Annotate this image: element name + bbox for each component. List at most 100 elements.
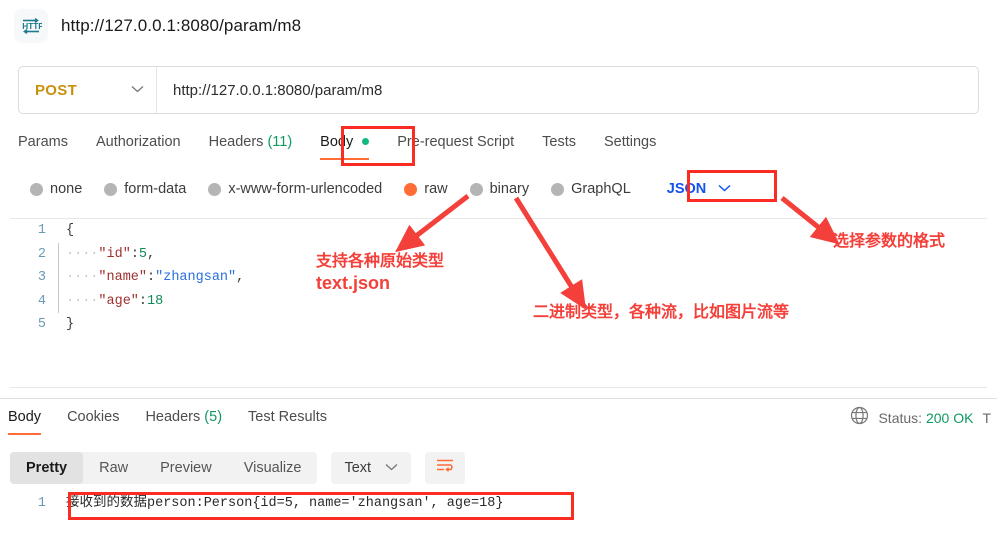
- annotation-format-note-text: 选择参数的格式: [833, 233, 946, 250]
- radio-form-data[interactable]: form-data: [104, 181, 186, 197]
- response-divider: [0, 398, 997, 399]
- json-key: "age": [98, 293, 139, 309]
- json-key: "id": [98, 246, 131, 262]
- radio-x-www-form-urlencoded-mark-icon: [208, 182, 222, 196]
- response-content-type-selector[interactable]: Text: [331, 452, 412, 484]
- raw-format-selector[interactable]: JSON: [659, 178, 740, 200]
- tab-settings-label: Settings: [603, 134, 657, 150]
- radio-graphql-label: GraphQL: [571, 181, 631, 197]
- annotation-format-note: 选择参数的格式: [833, 232, 945, 252]
- status-code: 200 OK: [925, 410, 974, 426]
- indent-guide: [58, 242, 59, 266]
- response-tab-body-label: Body: [8, 409, 42, 425]
- json-trailing: ,: [147, 246, 156, 262]
- indent-dots: ····: [66, 270, 99, 285]
- tab-pre-request-script[interactable]: Pre-request Script: [397, 128, 514, 160]
- code-text: }: [66, 317, 75, 332]
- radio-x-www-form-urlencoded-label: x-www-form-urlencoded: [228, 181, 383, 197]
- http-method-selector[interactable]: POST: [19, 67, 157, 113]
- response-content-type-label: Text: [344, 460, 372, 476]
- format-preview-button[interactable]: Preview: [144, 452, 228, 484]
- tab-pre-request-script-label: Pre-request Script: [397, 134, 515, 150]
- line-number: 4: [37, 293, 46, 309]
- body-type-options: none form-data x-www-form-urlencoded raw…: [0, 174, 997, 204]
- response-body-text: 接收到的数据person:Person{id=5, name='zhangsan…: [66, 496, 504, 511]
- json-separator: :: [147, 270, 156, 285]
- json-trailing: ,: [236, 270, 245, 285]
- format-raw-button[interactable]: Raw: [83, 452, 144, 484]
- annotation-raw-note: 支持各种原始类型 text.json: [316, 252, 444, 295]
- tab-headers-label: Headers: [208, 134, 264, 150]
- tab-title: http://127.0.0.1:8080/param/m8: [61, 16, 302, 35]
- json-value: "zhangsan": [155, 270, 237, 285]
- radio-binary-label: binary: [489, 181, 530, 197]
- tab-tests-label: Tests: [542, 134, 576, 150]
- radio-binary-mark-icon: [469, 182, 483, 196]
- line-number: 3: [37, 270, 46, 285]
- annotation-binary-note: 二进制类型，各种流，比如图片流等: [533, 303, 789, 323]
- response-tab-headers-label: Headers: [145, 409, 201, 425]
- response-tab-test-results[interactable]: Test Results: [248, 406, 327, 435]
- json-value: 5: [138, 246, 148, 262]
- tab-tests[interactable]: Tests: [542, 128, 576, 160]
- tab-headers[interactable]: Headers (11): [209, 128, 293, 160]
- code-line: 4 ····"age":18: [10, 289, 987, 313]
- indent-guide: [58, 289, 59, 313]
- tab-params-label: Params: [18, 134, 68, 150]
- globe-icon[interactable]: [850, 406, 869, 430]
- response-tab-cookies[interactable]: Cookies: [67, 406, 119, 435]
- status-label: Status:: [878, 410, 923, 426]
- radio-raw-mark-icon: [404, 182, 418, 196]
- chevron-down-icon: [131, 84, 144, 96]
- response-tab-body[interactable]: Body: [8, 406, 42, 435]
- radio-none-mark-icon: [30, 182, 43, 196]
- request-url-input[interactable]: http://127.0.0.1:8080/param/m8: [157, 82, 382, 99]
- window-titlebar: HTTP http://127.0.0.1:8080/param/m8: [0, 0, 997, 52]
- code-text: {: [66, 223, 75, 238]
- response-tab-headers[interactable]: Headers (5): [145, 406, 222, 435]
- response-line-number: 1: [37, 496, 46, 511]
- json-key: "name": [98, 270, 148, 285]
- body-modified-dot-icon: [362, 138, 370, 146]
- tab-params[interactable]: Params: [18, 128, 68, 160]
- json-separator: :: [130, 246, 139, 262]
- response-status-area: Status: 200 OK T: [850, 406, 997, 430]
- indent-guide: [58, 266, 59, 290]
- http-icon: HTTP: [14, 9, 48, 43]
- tab-headers-count: (11): [267, 134, 293, 150]
- line-number: 5: [37, 317, 46, 332]
- radio-form-data-mark-icon: [104, 182, 118, 196]
- request-tab-bar: Params Authorization Headers (11) Body P…: [0, 128, 997, 168]
- chevron-down-icon: [385, 462, 398, 474]
- radio-x-www-form-urlencoded[interactable]: x-www-form-urlencoded: [208, 181, 382, 197]
- tab-authorization[interactable]: Authorization: [96, 128, 181, 160]
- tab-body[interactable]: Body: [320, 128, 370, 160]
- radio-none-label: none: [50, 181, 83, 197]
- tab-settings[interactable]: Settings: [604, 128, 656, 160]
- json-separator: :: [138, 293, 148, 309]
- response-body-line: 1 接收到的数据person:Person{id=5, name='zhangs…: [10, 492, 987, 516]
- radio-form-data-label: form-data: [124, 181, 187, 197]
- annotation-binary-note-text: 二进制类型，各种流，比如图片流等: [533, 304, 790, 321]
- json-value: 18: [147, 293, 164, 309]
- word-wrap-icon: [435, 457, 455, 480]
- response-format-group: Pretty Raw Preview Visualize: [10, 452, 318, 484]
- radio-graphql[interactable]: GraphQL: [551, 181, 631, 197]
- indent-dots: ····: [66, 293, 99, 309]
- radio-binary[interactable]: binary: [469, 181, 530, 197]
- chevron-down-icon: [718, 183, 731, 195]
- line-number: 1: [37, 223, 46, 238]
- format-visualize-button[interactable]: Visualize: [228, 452, 318, 484]
- format-pretty-button[interactable]: Pretty: [10, 452, 84, 484]
- response-format-toolbar: Pretty Raw Preview Visualize Text: [10, 452, 466, 484]
- indent-dots: ····: [66, 246, 99, 262]
- word-wrap-toggle[interactable]: [425, 452, 466, 484]
- radio-none[interactable]: none: [30, 181, 82, 197]
- tab-body-label: Body: [320, 134, 354, 150]
- response-body-viewer[interactable]: 1 接收到的数据person:Person{id=5, name='zhangs…: [10, 492, 987, 532]
- annotation-raw-note-line2: text.json: [316, 273, 391, 293]
- radio-raw[interactable]: raw: [404, 181, 448, 197]
- response-tab-test-results-label: Test Results: [248, 409, 328, 425]
- request-url-bar: POST http://127.0.0.1:8080/param/m8: [18, 66, 979, 114]
- radio-graphql-mark-icon: [551, 182, 565, 196]
